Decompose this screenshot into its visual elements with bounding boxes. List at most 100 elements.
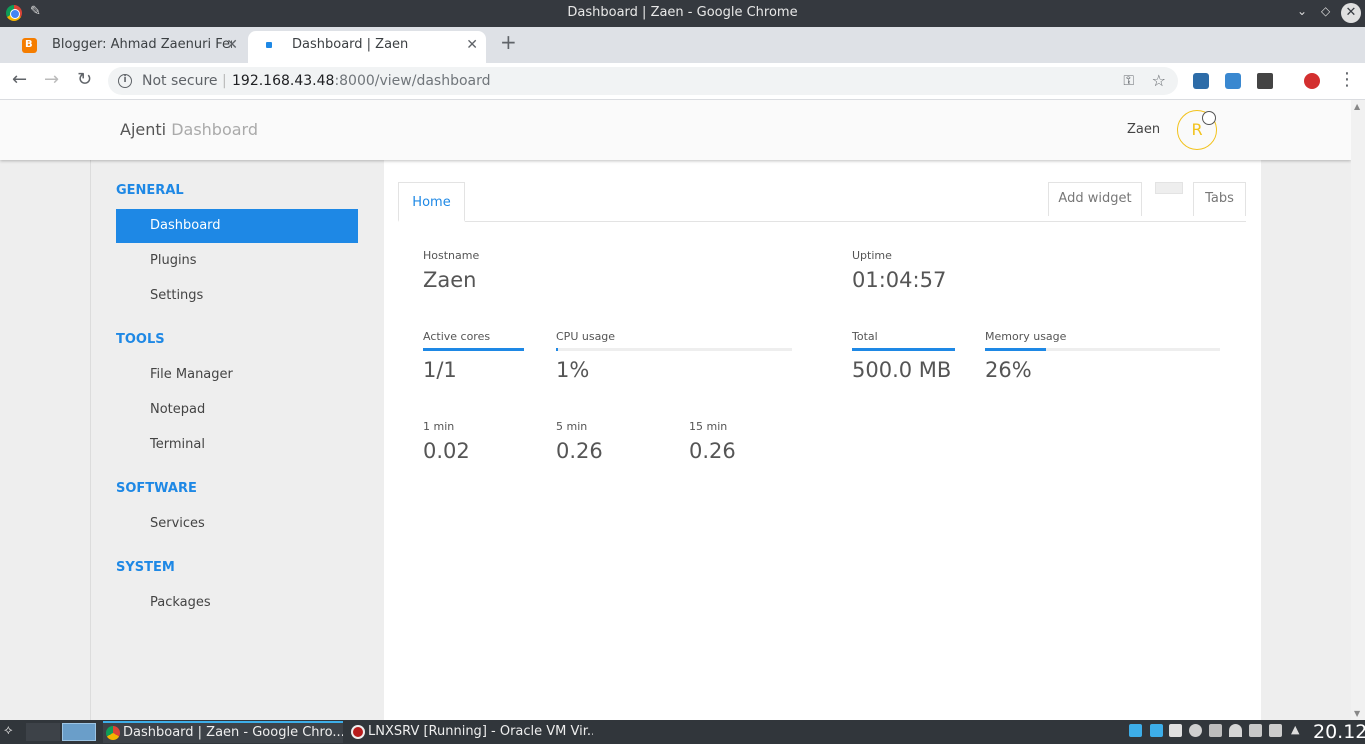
cpu-value: 1%: [556, 358, 590, 382]
right-gutter: [1261, 160, 1351, 720]
divider: [90, 160, 91, 720]
cores-bar: [423, 348, 524, 351]
tray-app-icon[interactable]: [1129, 724, 1142, 737]
dashboard-content: Home Add widget Tabs Hostname Zaen Uptim…: [384, 160, 1261, 720]
cores-value: 1/1: [423, 358, 457, 382]
memory-total-label: Total: [852, 330, 878, 343]
browser-toolbar: ← → ↻ i Not secure | 192.168.43.48:8000/…: [0, 63, 1365, 100]
url-host: 192.168.43.48: [232, 73, 335, 89]
status-dot-icon: [1202, 111, 1216, 125]
window-title: Dashboard | Zaen - Google Chrome: [567, 5, 798, 20]
new-tab-button[interactable]: +: [500, 30, 517, 54]
sidebar-item-settings[interactable]: Settings: [116, 279, 358, 313]
chrome-icon: [106, 726, 120, 740]
sidebar-item-dashboard[interactable]: Dashboard: [116, 209, 358, 243]
brand-name: Ajenti: [120, 120, 167, 139]
app-header: Ajenti Dashboard Zaen R: [0, 100, 1351, 160]
tab-home[interactable]: Home: [398, 182, 465, 222]
uptime-label: Uptime: [852, 249, 892, 262]
volume-icon[interactable]: [1269, 724, 1282, 737]
maximize-icon[interactable]: ◇: [1321, 4, 1330, 18]
key-icon[interactable]: ⚿: [1123, 67, 1134, 95]
clipboard-icon[interactable]: [1249, 724, 1262, 737]
url-text[interactable]: 192.168.43.48:8000/view/dashboard: [232, 67, 491, 95]
cpu-bar-fill: [556, 348, 559, 351]
window-close-button[interactable]: ✕: [1341, 3, 1361, 23]
wifi-icon[interactable]: [1229, 724, 1242, 737]
load-15min-value: 0.26: [689, 439, 736, 463]
edit-toggle[interactable]: [1155, 182, 1183, 194]
taskbar-item-label: Dashboard | Zaen - Google Chro...: [123, 725, 343, 740]
taskbar-item-label: LNXSRV [Running] - Oracle VM Vir...: [368, 724, 593, 739]
security-label[interactable]: Not secure: [142, 67, 218, 95]
launcher-icon[interactable]: ⟡: [4, 723, 13, 738]
tab-label: Blogger: Ahmad Zaenuri Ferdi: [52, 37, 232, 52]
cores-bar-fill: [423, 348, 524, 351]
tab-label: Dashboard | Zaen: [292, 37, 409, 52]
page-scrollbar[interactable]: ▲ ▼: [1351, 100, 1365, 720]
section-tools: TOOLS: [116, 332, 165, 347]
address-bar[interactable]: i Not secure | 192.168.43.48:8000/view/d…: [108, 67, 1178, 95]
tab-dashboard[interactable]: Dashboard | Zaen ✕: [248, 31, 486, 63]
sidebar-item-notepad[interactable]: Notepad: [116, 393, 358, 427]
taskbar-item-chrome[interactable]: Dashboard | Zaen - Google Chro...: [103, 721, 343, 743]
star-icon[interactable]: ☆: [1152, 67, 1166, 95]
reload-icon[interactable]: ↻: [77, 69, 92, 90]
extension-icon[interactable]: [1257, 73, 1273, 89]
sidebar-item-terminal[interactable]: Terminal: [116, 428, 358, 462]
forward-icon[interactable]: →: [44, 69, 59, 90]
memory-usage-value: 26%: [985, 358, 1032, 382]
menu-icon[interactable]: ⋮: [1338, 69, 1356, 90]
load-5min-label: 5 min: [556, 420, 588, 433]
clock[interactable]: 20.12: [1313, 721, 1365, 743]
add-widget-button[interactable]: Add widget: [1048, 182, 1142, 216]
sidebar-item-plugins[interactable]: Plugins: [116, 244, 358, 278]
desktop-switcher-1[interactable]: [26, 723, 60, 741]
tray-app-icon[interactable]: [1189, 724, 1202, 737]
memory-total-value: 500.0 MB: [852, 358, 952, 382]
cores-label: Active cores: [423, 330, 491, 343]
ajenti-favicon-icon: [262, 38, 277, 53]
tab-blogger[interactable]: Blogger: Ahmad Zaenuri Ferdi ✕: [8, 31, 246, 63]
cpu-label: CPU usage: [556, 330, 616, 343]
sidebar-item-services[interactable]: Services: [116, 507, 358, 541]
cpu-bar: [556, 348, 792, 351]
tray-expand-icon[interactable]: ▲: [1291, 723, 1299, 736]
extension-icon[interactable]: [1225, 73, 1241, 89]
load-5min-value: 0.26: [556, 439, 603, 463]
scroll-down-icon[interactable]: ▼: [1354, 709, 1360, 718]
memory-total-bar-fill: [852, 348, 955, 351]
memory-usage-bar-fill: [985, 348, 1047, 351]
divider: |: [222, 73, 227, 89]
battery-icon[interactable]: [1209, 724, 1222, 737]
tray-app-icon[interactable]: [1150, 724, 1163, 737]
back-icon[interactable]: ←: [12, 69, 27, 90]
taskbar-item-virtualbox[interactable]: LNXSRV [Running] - Oracle VM Vir...: [348, 721, 593, 743]
tray-app-icon[interactable]: [1169, 724, 1182, 737]
system-taskbar: ⟡ Dashboard | Zaen - Google Chro... LNXS…: [0, 720, 1365, 744]
memory-usage-bar: [985, 348, 1220, 351]
scroll-up-icon[interactable]: ▲: [1354, 102, 1360, 111]
sidebar-item-packages[interactable]: Packages: [116, 586, 358, 620]
load-1min-value: 0.02: [423, 439, 470, 463]
hostname-label: Hostname: [423, 249, 480, 262]
extension-icon[interactable]: [1193, 73, 1209, 89]
minimize-icon[interactable]: ⌄: [1297, 4, 1307, 18]
brand-subtitle: Dashboard: [171, 120, 258, 139]
dashboard-tabbar: Home Add widget Tabs: [398, 182, 1246, 222]
window-titlebar: ✎ Dashboard | Zaen - Google Chrome ⌄ ◇ ✕: [0, 0, 1365, 27]
tab-close-icon[interactable]: ✕: [226, 31, 238, 59]
desktop-switcher-2[interactable]: [62, 723, 96, 741]
tabs-button[interactable]: Tabs: [1193, 182, 1246, 216]
section-general: GENERAL: [116, 183, 184, 198]
virtualbox-icon: [351, 725, 365, 739]
sidebar-item-file-manager[interactable]: File Manager: [116, 358, 358, 392]
brand[interactable]: Ajenti Dashboard: [120, 120, 258, 139]
info-icon[interactable]: i: [118, 74, 132, 88]
tab-close-icon[interactable]: ✕: [466, 31, 478, 59]
memory-total-bar: [852, 348, 955, 351]
username[interactable]: Zaen: [1127, 122, 1160, 137]
memory-usage-label: Memory usage: [985, 330, 1067, 343]
blogger-icon: [22, 31, 37, 59]
extension-icon[interactable]: [1304, 73, 1320, 89]
